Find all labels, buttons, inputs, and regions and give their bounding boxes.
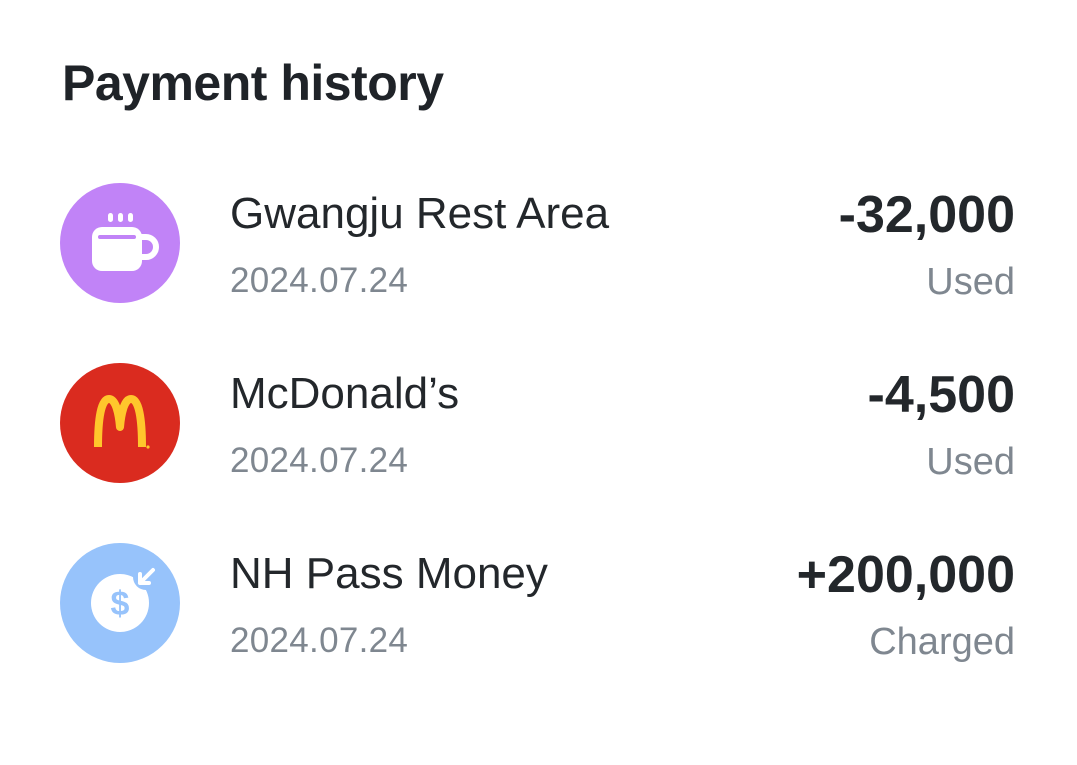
transaction-date: 2024.07.24 [230,261,409,300]
merchant-name: NH Pass Money [230,549,548,598]
svg-text:$: $ [111,585,130,623]
transaction-row[interactable]: Gwangju Rest Area 2024.07.24 -32,000 Use… [0,183,1077,305]
page-title: Payment history [62,55,444,111]
transaction-status: Used [926,441,1015,483]
coffee-cup-icon [60,183,180,303]
transaction-status: Charged [869,621,1015,663]
mcdonalds-logo-icon [60,363,180,483]
transaction-row[interactable]: $ NH Pass Money 2024.07.24 +200,000 Char… [0,543,1077,665]
transaction-amount: +200,000 [796,546,1015,604]
transaction-date: 2024.07.24 [230,621,409,660]
transaction-date: 2024.07.24 [230,441,409,480]
transaction-amount: -4,500 [867,366,1015,424]
merchant-name: McDonald’s [230,369,460,418]
transaction-row[interactable]: McDonald’s 2024.07.24 -4,500 Used [0,363,1077,485]
transaction-amount: -32,000 [838,186,1015,244]
transaction-status: Used [926,261,1015,303]
dollar-coin-icon: $ [60,543,180,663]
merchant-name: Gwangju Rest Area [230,189,610,238]
payment-history-screen: Payment history Gwangju Rest Area 2024.0… [0,0,1077,765]
